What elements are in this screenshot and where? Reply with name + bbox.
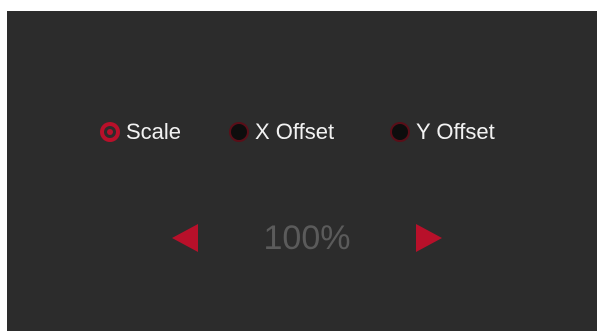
y-offset-radio-label: Y Offset — [416, 119, 495, 144]
radio-unselected-icon — [229, 122, 249, 142]
scale-radio[interactable]: Scale — [100, 119, 181, 145]
x-offset-radio-label: X Offset — [255, 119, 335, 144]
scale-radio-label: Scale — [126, 119, 182, 144]
settings-panel: Scale X Offset Y Offset 100% — [7, 11, 597, 331]
left-triangle-icon — [172, 224, 198, 252]
value-stepper: 100% — [7, 216, 597, 257]
mode-selector: Scale X Offset Y Offset — [7, 119, 597, 145]
right-triangle-icon — [416, 224, 442, 252]
radio-selected-icon — [100, 122, 120, 142]
x-offset-radio[interactable]: X Offset — [229, 119, 334, 145]
decrease-button[interactable] — [170, 223, 200, 253]
increase-button[interactable] — [414, 223, 444, 253]
radio-unselected-icon — [390, 122, 410, 142]
y-offset-radio[interactable]: Y Offset — [390, 119, 495, 145]
value-display: 100% — [263, 219, 351, 257]
